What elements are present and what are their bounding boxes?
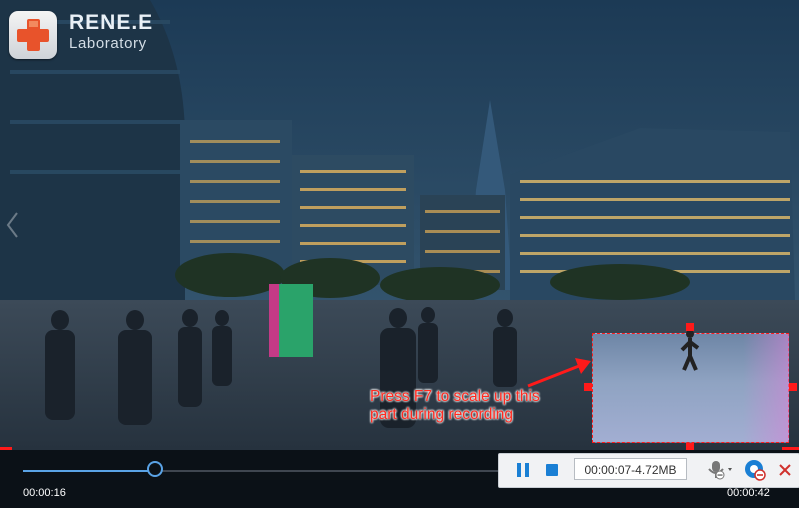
total-time: 00:00:42 (727, 487, 770, 499)
brand-text: RENE.E Laboratory (69, 12, 153, 54)
stop-button[interactable] (542, 460, 562, 480)
zoom-hint-annotation: Press F7 to scale up this part during re… (370, 388, 540, 423)
plus-cross-icon (17, 19, 49, 51)
previous-chevron-icon[interactable] (4, 210, 20, 240)
recorder-toolbar: 00:00:07-4.72MB (498, 453, 799, 488)
resize-handle-bottom[interactable] (686, 443, 694, 450)
microphone-icon (708, 461, 732, 480)
brand-name: RENE.E (69, 11, 154, 34)
microphone-button[interactable] (705, 458, 737, 482)
pause-button[interactable] (513, 460, 533, 480)
annotation-arrow-icon (527, 358, 591, 388)
brand-subtitle: Laboratory (69, 35, 147, 52)
skater-figure (680, 330, 700, 371)
brand-logo (9, 11, 57, 59)
close-icon (779, 464, 791, 476)
elapsed-time: 00:00:16 (23, 487, 66, 499)
close-recorder-button[interactable] (776, 461, 794, 479)
seek-progress (23, 470, 155, 472)
webcam-icon (745, 460, 766, 481)
recording-readout: 00:00:07-4.72MB (574, 458, 687, 480)
webcam-button[interactable] (743, 458, 767, 482)
video-frame: RENE.E Laboratory Press F7 to scale up t… (0, 0, 799, 450)
pause-icon (517, 463, 529, 477)
stop-icon (546, 464, 558, 476)
seek-track[interactable] (23, 470, 503, 472)
resize-handle-right[interactable] (789, 383, 797, 391)
seek-thumb[interactable] (147, 461, 163, 477)
zoom-selection-region[interactable] (592, 330, 789, 443)
resize-handle-top[interactable] (686, 323, 694, 331)
